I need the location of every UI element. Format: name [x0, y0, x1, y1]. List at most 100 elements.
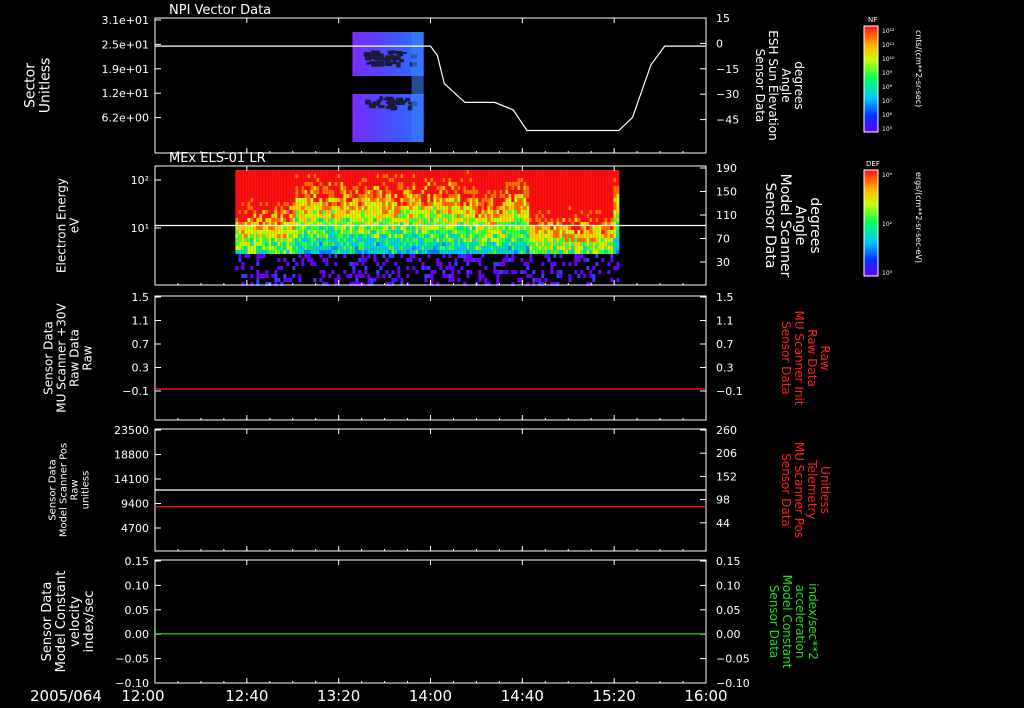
els-heatmap-cell	[583, 274, 587, 278]
els-heatmap-cell	[286, 238, 290, 242]
els-heatmap-cell	[478, 258, 482, 262]
els-heatmap-cell	[610, 230, 614, 234]
els-heatmap-cell	[478, 210, 482, 214]
els-heatmap-cell	[550, 214, 554, 218]
els-heatmap-cell	[463, 170, 467, 174]
els-heatmap-cell	[421, 190, 425, 194]
els-heatmap-cell	[553, 198, 557, 202]
els-heatmap-cell	[466, 226, 470, 230]
els-heatmap-cell	[445, 274, 449, 278]
els-heatmap-cell	[544, 214, 548, 218]
els-heatmap-cell	[511, 170, 515, 174]
els-heatmap-cell	[412, 254, 416, 258]
els-heatmap-cell	[319, 278, 323, 282]
els-heatmap-cell	[415, 242, 419, 246]
els-heatmap-cell	[601, 230, 605, 234]
els-heatmap-cell	[538, 186, 542, 190]
els-heatmap-cell	[271, 178, 275, 182]
els-heatmap-cell	[502, 246, 506, 250]
els-heatmap-cell	[580, 182, 584, 186]
els-heatmap-cell	[562, 190, 566, 194]
els-heatmap-cell	[253, 194, 257, 198]
els-heatmap-cell	[430, 250, 434, 254]
els-heatmap-cell	[379, 214, 383, 218]
els-heatmap-cell	[331, 230, 335, 234]
els-heatmap-cell	[496, 174, 500, 178]
els-heatmap-cell	[607, 246, 611, 250]
els-heatmap-cell	[460, 214, 464, 218]
els-heatmap-cell	[523, 178, 527, 182]
els-heatmap-cell	[325, 238, 329, 242]
els-heatmap-cell	[526, 214, 530, 218]
els-heatmap-cell	[505, 238, 509, 242]
els-heatmap-cell	[412, 226, 416, 230]
els-heatmap-cell	[373, 214, 377, 218]
els-heatmap-cell	[385, 202, 389, 206]
els-heatmap-cell	[529, 274, 533, 278]
els-heatmap-cell	[568, 210, 572, 214]
colorbar-def-tick: 10⁰	[882, 270, 893, 277]
els-heatmap-cell	[616, 226, 620, 230]
els-heatmap-cell	[577, 198, 581, 202]
els-heatmap-cell	[262, 238, 266, 242]
els-heatmap-cell	[442, 246, 446, 250]
els-heatmap-cell	[331, 210, 335, 214]
els-heatmap-cell	[466, 214, 470, 218]
els-heatmap-cell	[562, 206, 566, 210]
els-heatmap-cell	[469, 210, 473, 214]
els-heatmap-cell	[592, 242, 596, 246]
els-heatmap-cell	[454, 262, 458, 266]
els-heatmap-cell	[559, 198, 563, 202]
els-heatmap-cell	[454, 178, 458, 182]
els-heatmap-cell	[544, 190, 548, 194]
els-heatmap-cell	[430, 174, 434, 178]
els-heatmap-cell	[577, 226, 581, 230]
els-heatmap-cell	[319, 190, 323, 194]
els-heatmap-cell	[451, 214, 455, 218]
els-heatmap-cell	[463, 230, 467, 234]
els-heatmap-cell	[610, 198, 614, 202]
y-axis-title-right: MU Scanner Init	[792, 310, 806, 405]
els-heatmap-cell	[427, 226, 431, 230]
els-heatmap-cell	[334, 234, 338, 238]
els-heatmap-cell	[421, 174, 425, 178]
els-heatmap-cell	[262, 186, 266, 190]
els-heatmap-cell	[250, 202, 254, 206]
y-tick-label-right: 0.15	[716, 555, 741, 568]
els-heatmap-cell	[424, 250, 428, 254]
els-heatmap-cell	[484, 246, 488, 250]
els-heatmap-cell	[583, 250, 587, 254]
els-heatmap-cell	[313, 278, 317, 282]
els-heatmap-cell	[601, 246, 605, 250]
els-heatmap-cell	[421, 194, 425, 198]
els-heatmap-cell	[364, 174, 368, 178]
els-heatmap-cell	[451, 250, 455, 254]
els-heatmap-cell	[538, 178, 542, 182]
els-heatmap-cell	[499, 206, 503, 210]
els-heatmap-cell	[307, 254, 311, 258]
els-heatmap-cell	[601, 194, 605, 198]
els-heatmap-cell	[415, 202, 419, 206]
els-heatmap-cell	[391, 214, 395, 218]
els-heatmap-cell	[415, 234, 419, 238]
els-heatmap-cell	[589, 182, 593, 186]
els-heatmap-cell	[259, 242, 263, 246]
els-heatmap-cell	[559, 214, 563, 218]
els-heatmap-cell	[346, 234, 350, 238]
els-heatmap-cell	[376, 242, 380, 246]
els-heatmap-cell	[535, 206, 539, 210]
npi-heatmap-gap	[385, 60, 391, 67]
els-heatmap-cell	[415, 246, 419, 250]
els-heatmap-cell	[382, 202, 386, 206]
els-heatmap-cell	[346, 274, 350, 278]
els-heatmap-cell	[388, 174, 392, 178]
els-heatmap-cell	[265, 194, 269, 198]
els-heatmap-cell	[319, 270, 323, 274]
els-heatmap-cell	[445, 210, 449, 214]
els-heatmap-cell	[502, 206, 506, 210]
els-heatmap-cell	[289, 246, 293, 250]
els-heatmap-cell	[436, 246, 440, 250]
els-heatmap-cell	[283, 174, 287, 178]
y-tick-label-right: 70	[716, 233, 730, 246]
els-heatmap-cell	[598, 246, 602, 250]
